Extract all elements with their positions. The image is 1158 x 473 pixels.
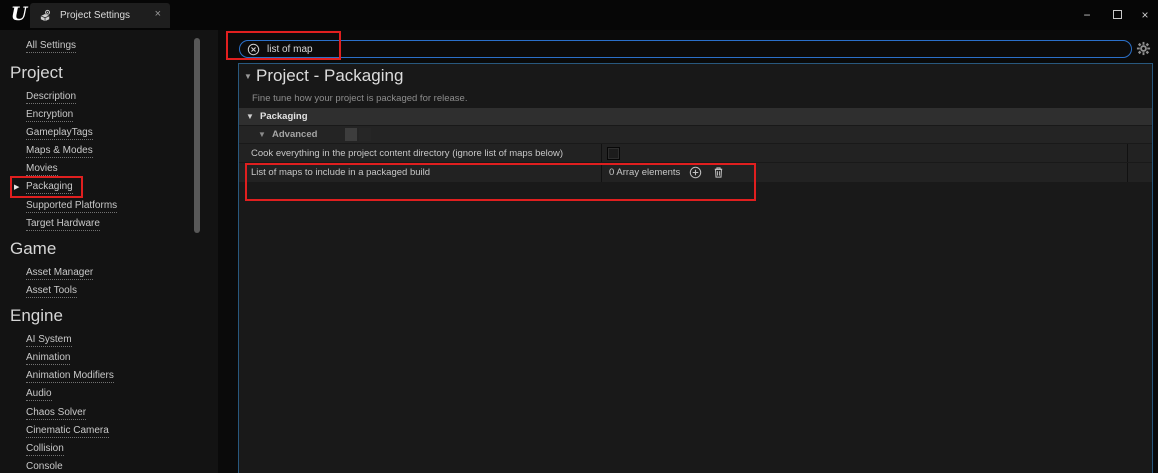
- project-settings-window: U Project Settings × − × All Settings Pr…: [0, 0, 1158, 473]
- sidebar-item-encryption[interactable]: Encryption: [26, 109, 73, 121]
- details-panel: ▼ Project - Packaging Fine tune how your…: [238, 63, 1153, 473]
- category-label: Packaging: [260, 111, 308, 122]
- delete-array-icon[interactable]: [712, 166, 725, 179]
- sidebar-item-supported-platforms[interactable]: Supported Platforms: [26, 200, 117, 212]
- tab-project-settings[interactable]: Project Settings ×: [30, 3, 170, 28]
- sidebar-item-collision[interactable]: Collision: [26, 443, 64, 455]
- sidebar-scrollbar[interactable]: [194, 38, 200, 233]
- sidebar-item-asset-manager[interactable]: Asset Manager: [26, 267, 93, 279]
- sidebar-section-engine: Engine: [10, 306, 63, 326]
- row-extra-cell: [1127, 163, 1152, 182]
- sidebar-item-ai-system[interactable]: AI System: [26, 334, 72, 346]
- sidebar-item-gameplaytags[interactable]: GameplayTags: [26, 127, 93, 139]
- project-settings-icon: [39, 9, 52, 22]
- sidebar-item-description[interactable]: Description: [26, 91, 76, 103]
- minimize-button[interactable]: −: [1076, 4, 1098, 26]
- sidebar-item-packaging[interactable]: ▶ Packaging: [26, 181, 73, 193]
- unreal-logo-icon: U: [8, 2, 30, 26]
- advanced-label: Advanced: [272, 129, 317, 140]
- tab-close-icon[interactable]: ×: [155, 8, 161, 20]
- title-bar: U Project Settings × − ×: [0, 0, 1158, 30]
- clear-search-icon[interactable]: [247, 43, 260, 56]
- sidebar-item-chaos-solver[interactable]: Chaos Solver: [26, 407, 86, 419]
- advanced-group[interactable]: ▼ Advanced: [239, 126, 1152, 143]
- maximize-icon: [1113, 10, 1122, 19]
- maximize-button[interactable]: [1106, 4, 1128, 26]
- array-elements-count: 0 Array elements: [609, 167, 680, 178]
- settings-gear-icon[interactable]: [1136, 41, 1151, 56]
- page-title: Project - Packaging: [256, 66, 403, 86]
- collapse-section-icon[interactable]: ▼: [244, 72, 252, 81]
- sidebar-section-project: Project: [10, 63, 63, 83]
- category-packaging[interactable]: ▼ Packaging: [239, 108, 1152, 125]
- page-subtitle: Fine tune how your project is packaged f…: [252, 93, 467, 104]
- sidebar-item-audio[interactable]: Audio: [26, 388, 52, 400]
- collapse-category-icon[interactable]: ▼: [246, 112, 254, 121]
- row-extra-cell: [1127, 144, 1152, 162]
- sidebar-item-animation[interactable]: Animation: [26, 352, 70, 364]
- cook-everything-checkbox[interactable]: [607, 147, 620, 160]
- selected-arrow-icon: ▶: [14, 182, 19, 194]
- settings-sidebar: All Settings Project Description Encrypt…: [0, 30, 218, 473]
- sidebar-item-all-settings[interactable]: All Settings: [26, 40, 76, 52]
- sidebar-item-asset-tools[interactable]: Asset Tools: [26, 285, 77, 297]
- property-label: Cook everything in the project content d…: [239, 144, 601, 162]
- sidebar-item-movies[interactable]: Movies: [26, 163, 58, 175]
- tab-title: Project Settings: [60, 10, 130, 21]
- search-input[interactable]: [267, 42, 1131, 56]
- sidebar-item-maps-modes[interactable]: Maps & Modes: [26, 145, 93, 157]
- collapse-advanced-icon[interactable]: ▼: [258, 130, 266, 139]
- sidebar-item-cinematic-camera[interactable]: Cinematic Camera: [26, 425, 109, 437]
- sidebar-item-target-hardware[interactable]: Target Hardware: [26, 218, 100, 230]
- sidebar-item-console[interactable]: Console: [26, 461, 63, 473]
- search-box[interactable]: [239, 40, 1132, 58]
- close-button[interactable]: ×: [1134, 4, 1156, 26]
- property-row-list-of-maps: List of maps to include in a packaged bu…: [239, 163, 1152, 182]
- property-label: List of maps to include in a packaged bu…: [239, 163, 601, 182]
- advanced-thumb-dark: [359, 128, 371, 141]
- add-array-element-icon[interactable]: [689, 166, 702, 179]
- section-header: ▼ Project - Packaging Fine tune how your…: [239, 64, 1152, 108]
- property-row-cook-everything: Cook everything in the project content d…: [239, 144, 1152, 162]
- advanced-thumb-light: [345, 128, 357, 141]
- sidebar-item-animation-modifiers[interactable]: Animation Modifiers: [26, 370, 114, 382]
- sidebar-section-game: Game: [10, 239, 56, 259]
